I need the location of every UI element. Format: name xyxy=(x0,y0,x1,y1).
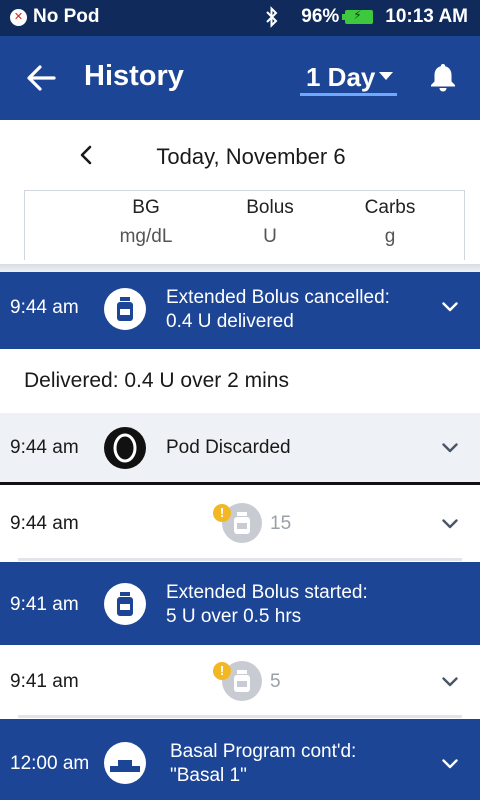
battery-percent: 96% xyxy=(301,6,340,27)
insulin-vial-icon xyxy=(104,288,146,330)
bg-unit: mg/dL xyxy=(119,226,173,247)
history-row-extended-bolus-cancelled[interactable]: 9:44 am Extended Bolus cancelled: 0.4 U … xyxy=(0,272,480,349)
date-navigation: Today, November 6 xyxy=(0,120,480,190)
event-line-2: 5 U over 0.5 hrs xyxy=(166,606,302,627)
history-row-extended-bolus-started[interactable]: 9:41 am Extended Bolus started: 5 U over… xyxy=(0,562,480,645)
event-time: 9:44 am xyxy=(10,437,79,458)
no-pod-icon xyxy=(10,8,27,26)
bolus-unit: U xyxy=(263,226,277,247)
event-detail-text: Delivered: 0.4 U over 2 mins xyxy=(24,369,289,392)
page-title: History xyxy=(84,60,184,92)
collapse-chevron-icon[interactable] xyxy=(442,302,458,312)
row-separator xyxy=(18,558,462,561)
expand-chevron-icon[interactable] xyxy=(442,443,458,453)
basal-program-icon xyxy=(104,742,146,784)
event-description: Basal Program cont'd: "Basal 1" xyxy=(170,740,356,788)
event-time: 9:41 am xyxy=(10,594,79,615)
carbs-unit: g xyxy=(384,226,396,247)
expand-chevron-icon[interactable] xyxy=(442,519,458,529)
history-row-bolus-5[interactable]: 9:41 am ! 5 xyxy=(0,645,480,719)
bolus-value: 15 xyxy=(270,513,292,534)
warning-icon: ! xyxy=(213,662,231,680)
event-time: 12:00 am xyxy=(10,753,90,774)
event-line-1: Basal Program cont'd: xyxy=(170,741,357,762)
dropdown-caret-icon xyxy=(379,72,393,80)
pod-icon xyxy=(104,427,146,469)
event-time: 9:41 am xyxy=(10,671,79,692)
event-description: Pod Discarded xyxy=(166,437,291,458)
column-header: BG mg/dL Bolus U Carbs g xyxy=(24,190,465,260)
header-divider xyxy=(0,264,480,272)
current-date: Today, November 6 xyxy=(156,144,346,169)
event-line-2: 0.4 U delivered xyxy=(166,311,294,332)
pod-status: No Pod xyxy=(10,6,100,28)
clock: 10:13 AM xyxy=(385,6,468,27)
event-time: 9:44 am xyxy=(10,513,79,534)
notification-bell-icon[interactable] xyxy=(430,62,456,92)
event-description: Extended Bolus cancelled: 0.4 U delivere… xyxy=(166,286,390,334)
range-label: 1 Day xyxy=(306,62,376,92)
range-dropdown[interactable]: 1 Day xyxy=(300,60,397,96)
event-line-2: "Basal 1" xyxy=(170,765,247,786)
history-row-pod-discarded[interactable]: 9:44 am Pod Discarded xyxy=(0,413,480,485)
bolus-header: Bolus xyxy=(246,197,294,218)
pod-status-text: No Pod xyxy=(33,6,100,27)
history-row-basal-program[interactable]: 12:00 am Basal Program cont'd: "Basal 1" xyxy=(0,719,480,800)
bg-column: BG mg/dL xyxy=(96,197,196,248)
bolus-column: Bolus U xyxy=(220,197,320,248)
bluetooth-icon xyxy=(266,6,278,28)
row-separator xyxy=(18,715,462,718)
carbs-column: Carbs g xyxy=(340,197,440,248)
battery-icon xyxy=(342,8,374,24)
bolus-value: 5 xyxy=(270,671,281,692)
history-row-bolus-15[interactable]: 9:44 am ! 15 xyxy=(0,488,480,562)
expand-chevron-icon[interactable] xyxy=(442,759,458,769)
expand-chevron-icon[interactable] xyxy=(442,677,458,687)
event-description: Extended Bolus started: 5 U over 0.5 hrs xyxy=(166,581,368,629)
event-detail: Delivered: 0.4 U over 2 mins xyxy=(0,349,480,413)
warning-icon: ! xyxy=(213,504,231,522)
event-time: 9:44 am xyxy=(10,297,79,318)
event-line-1: Extended Bolus started: xyxy=(166,582,368,603)
bg-header: BG xyxy=(132,197,160,218)
app-bar: History 1 Day xyxy=(0,36,480,120)
event-line-1: Extended Bolus cancelled: xyxy=(166,287,390,308)
back-arrow-icon[interactable] xyxy=(26,64,56,92)
system-indicators: 96% 10:13 AM xyxy=(265,6,468,28)
status-bar: No Pod 96% 10:13 AM xyxy=(0,0,480,36)
insulin-vial-icon xyxy=(104,583,146,625)
carbs-header: Carbs xyxy=(364,197,416,218)
